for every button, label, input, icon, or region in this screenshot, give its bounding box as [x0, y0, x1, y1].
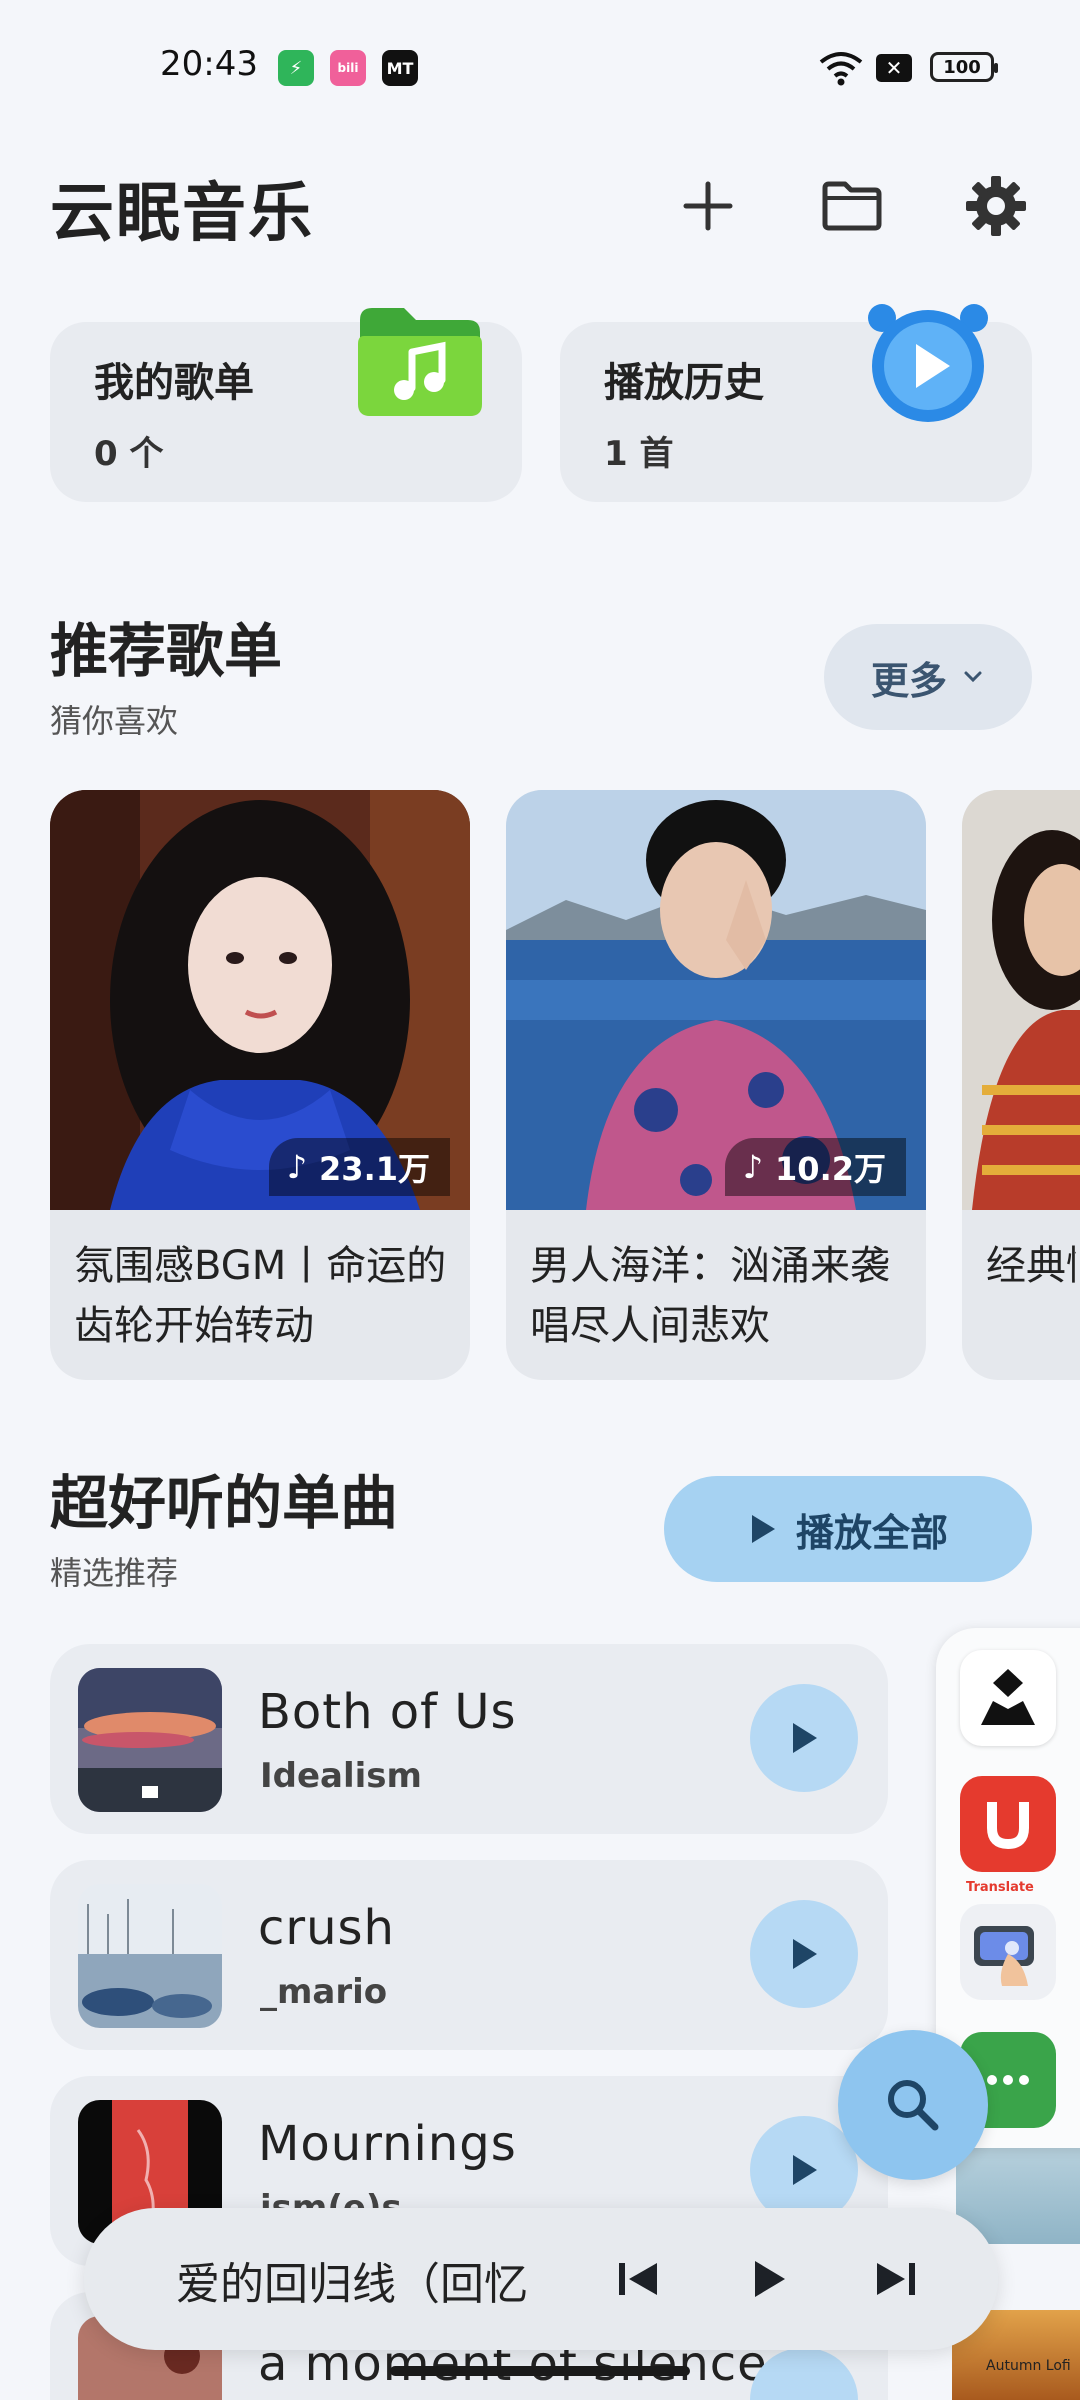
playlist-name: 氛围感BGM丨命运的齿轮开始转动	[74, 1243, 447, 1349]
play-count-badge: ♪ 10.2万	[724, 1138, 906, 1196]
song-row[interactable]: Both of Us Idealism	[50, 1644, 888, 1834]
translate-label: Translate	[966, 1880, 1034, 1895]
song-title: Both of Us	[258, 1684, 517, 1740]
mt-manager-icon: MT	[382, 50, 418, 86]
sim-off-icon: ✕	[876, 54, 912, 82]
gear-icon	[966, 176, 1026, 236]
song-artist: _mario	[260, 1972, 388, 2012]
play-icon	[755, 2261, 785, 2297]
mini-player[interactable]: 爱的回归线（回忆	[84, 2208, 998, 2350]
more-label: 更多	[870, 658, 947, 703]
touch-app-icon[interactable]	[960, 1904, 1056, 2000]
play-icon	[793, 1723, 817, 1753]
settings-button[interactable]	[960, 170, 1032, 242]
play-icon	[793, 1939, 817, 1969]
previous-button[interactable]	[602, 2242, 676, 2316]
music-note-icon: ♪	[286, 1148, 308, 1186]
play-count: 10.2万	[775, 1150, 886, 1188]
wifi-icon	[819, 52, 863, 86]
song-play-button[interactable]	[750, 1684, 858, 1792]
recommend-subtitle: 猜你喜欢	[50, 702, 179, 740]
song-artist: Idealism	[260, 1756, 422, 1796]
playlist-card[interactable]: 经典情歌集忆往	[962, 790, 1080, 1380]
playlist-cover	[962, 790, 1080, 1210]
song-cover	[78, 1884, 222, 2028]
next-button[interactable]	[858, 2242, 932, 2316]
playlist-name: 经典情歌集忆往	[986, 1243, 1076, 1289]
play-pause-button[interactable]	[732, 2242, 806, 2316]
search-button[interactable]	[838, 2030, 988, 2180]
singles-title: 超好听的单曲	[50, 1469, 399, 1537]
home-indicator[interactable]	[390, 2366, 690, 2376]
plus-icon	[683, 181, 733, 231]
song-row[interactable]: crush _mario	[50, 1860, 888, 2050]
my-playlists-count: 0 个	[94, 434, 164, 474]
playlist-name: 男人海洋：汹涌来袭唱尽人间悲欢	[530, 1243, 890, 1349]
music-note-icon: ♪	[742, 1148, 764, 1186]
play-icon	[751, 1515, 775, 1543]
folder-icon	[822, 181, 882, 231]
song-title: crush	[258, 1900, 395, 1956]
bilibili-icon: bili	[330, 50, 366, 86]
my-playlists-title: 我的歌单	[94, 360, 254, 406]
play-all-label: 播放全部	[795, 1510, 948, 1555]
play-history-card[interactable]: 播放历史 1 首	[560, 304, 1032, 502]
skip-previous-icon	[619, 2263, 657, 2295]
status-time: 20:43	[160, 44, 258, 84]
play-all-button[interactable]: 播放全部	[664, 1476, 1032, 1582]
play-history-title: 播放历史	[604, 360, 764, 406]
dark-app-icon[interactable]	[960, 1650, 1056, 1746]
search-icon	[888, 2080, 939, 2131]
playlist-card[interactable]: ♪ 23.1万 氛围感BGM丨命运的齿轮开始转动	[50, 790, 470, 1380]
my-playlists-card[interactable]: 我的歌单 0 个	[50, 308, 522, 502]
music-folder-icon	[358, 308, 482, 416]
song-play-button[interactable]	[750, 1900, 858, 2008]
play-icon	[793, 2155, 817, 2185]
alarm-clock-icon	[868, 304, 988, 422]
more-button[interactable]: 更多	[824, 624, 1032, 730]
folder-button[interactable]	[816, 170, 888, 242]
singles-subtitle: 精选推荐	[50, 1554, 179, 1592]
song-title: Mournings	[258, 2116, 517, 2172]
add-button[interactable]	[672, 170, 744, 242]
recommend-title: 推荐歌单	[50, 617, 283, 685]
play-count-badge: ♪ 23.1万	[268, 1138, 450, 1196]
app-title: 云眠音乐	[50, 177, 314, 251]
play-count: 23.1万	[319, 1150, 430, 1188]
autumn-label: Autumn Lofi	[986, 2358, 1071, 2374]
chevron-down-icon	[964, 671, 982, 683]
playlist-card[interactable]: ♪ 10.2万 男人海洋：汹涌来袭唱尽人间悲欢	[506, 790, 926, 1380]
battery-indicator: 100	[930, 52, 998, 82]
skip-next-icon	[877, 2263, 915, 2295]
translate-app-icon[interactable]	[960, 1776, 1056, 1872]
play-history-count: 1 首	[604, 434, 674, 474]
now-playing-title: 爱的回归线（回忆	[176, 2259, 528, 2310]
song-cover	[78, 1668, 222, 1812]
shield-app-icon: ⚡	[278, 50, 314, 86]
